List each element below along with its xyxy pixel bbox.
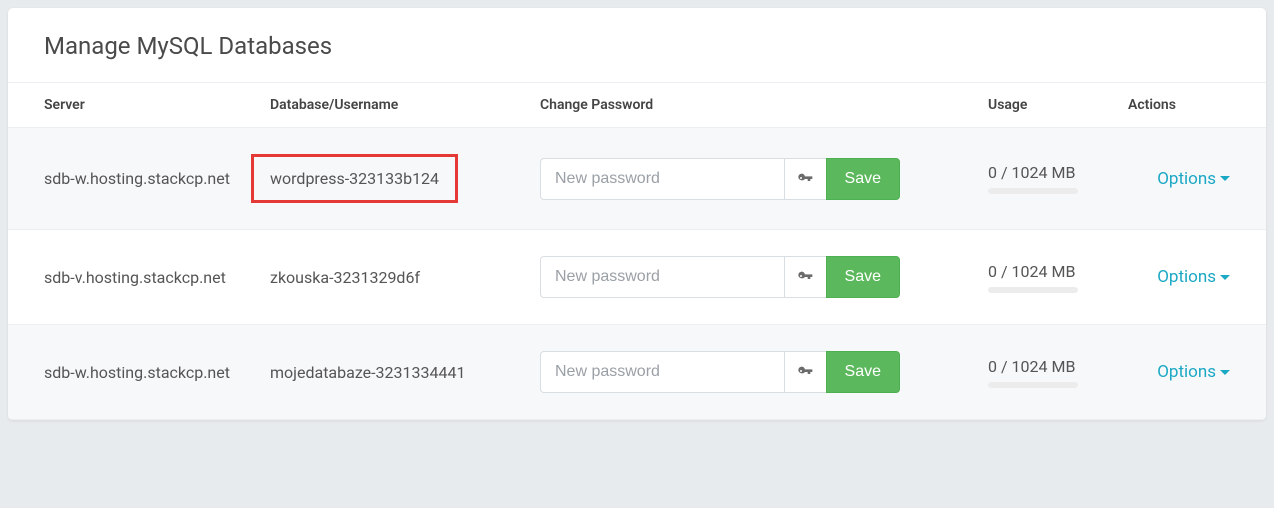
password-cell: Save <box>528 128 976 230</box>
header-usage: Usage <box>976 83 1116 128</box>
options-label: Options <box>1157 169 1216 189</box>
chevron-down-icon <box>1220 275 1230 280</box>
password-input[interactable] <box>540 256 784 298</box>
table-row: sdb-v.hosting.stackcp.net zkouska-323132… <box>8 230 1266 325</box>
options-label: Options <box>1157 267 1216 287</box>
usage-bar <box>988 188 1078 194</box>
key-icon <box>797 269 813 285</box>
actions-cell: Options <box>1116 128 1266 230</box>
table-row: sdb-w.hosting.stackcp.net mojedatabaze-3… <box>8 325 1266 420</box>
database-cell: zkouska-3231329d6f <box>258 230 528 325</box>
header-actions: Actions <box>1116 83 1266 128</box>
usage-cell: 0 / 1024 MB <box>976 128 1116 230</box>
save-button[interactable]: Save <box>826 158 900 200</box>
header-password: Change Password <box>528 83 976 128</box>
options-label: Options <box>1157 362 1216 382</box>
server-cell: sdb-w.hosting.stackcp.net <box>8 325 258 420</box>
database-cell: mojedatabaze-3231334441 <box>258 325 528 420</box>
actions-cell: Options <box>1116 230 1266 325</box>
save-button[interactable]: Save <box>826 256 900 298</box>
server-cell: sdb-v.hosting.stackcp.net <box>8 230 258 325</box>
generate-password-button[interactable] <box>784 256 826 298</box>
key-icon <box>797 364 813 380</box>
usage-text: 0 / 1024 MB <box>988 163 1104 182</box>
database-panel: Manage MySQL Databases Server Database/U… <box>8 8 1266 420</box>
database-cell: wordpress-323133b124 <box>258 128 528 230</box>
key-icon <box>797 171 813 187</box>
options-dropdown[interactable]: Options <box>1157 267 1230 287</box>
usage-text: 0 / 1024 MB <box>988 357 1104 376</box>
database-table: Server Database/Username Change Password… <box>8 83 1266 420</box>
usage-bar <box>988 382 1078 388</box>
header-server: Server <box>8 83 258 128</box>
page-title: Manage MySQL Databases <box>44 32 1230 60</box>
usage-cell: 0 / 1024 MB <box>976 230 1116 325</box>
options-dropdown[interactable]: Options <box>1157 362 1230 382</box>
password-input[interactable] <box>540 351 784 393</box>
password-group: Save <box>540 158 900 200</box>
usage-bar <box>988 287 1078 293</box>
panel-header: Manage MySQL Databases <box>8 8 1266 83</box>
chevron-down-icon <box>1220 370 1230 375</box>
password-group: Save <box>540 351 900 393</box>
actions-cell: Options <box>1116 325 1266 420</box>
chevron-down-icon <box>1220 176 1230 181</box>
generate-password-button[interactable] <box>784 351 826 393</box>
save-button[interactable]: Save <box>826 351 900 393</box>
password-input[interactable] <box>540 158 784 200</box>
table-row: sdb-w.hosting.stackcp.net wordpress-3231… <box>8 128 1266 230</box>
options-dropdown[interactable]: Options <box>1157 169 1230 189</box>
database-name-highlighted: wordpress-323133b124 <box>251 154 458 203</box>
password-group: Save <box>540 256 900 298</box>
password-cell: Save <box>528 230 976 325</box>
password-cell: Save <box>528 325 976 420</box>
usage-cell: 0 / 1024 MB <box>976 325 1116 420</box>
server-cell: sdb-w.hosting.stackcp.net <box>8 128 258 230</box>
header-database: Database/Username <box>258 83 528 128</box>
generate-password-button[interactable] <box>784 158 826 200</box>
usage-text: 0 / 1024 MB <box>988 262 1104 281</box>
